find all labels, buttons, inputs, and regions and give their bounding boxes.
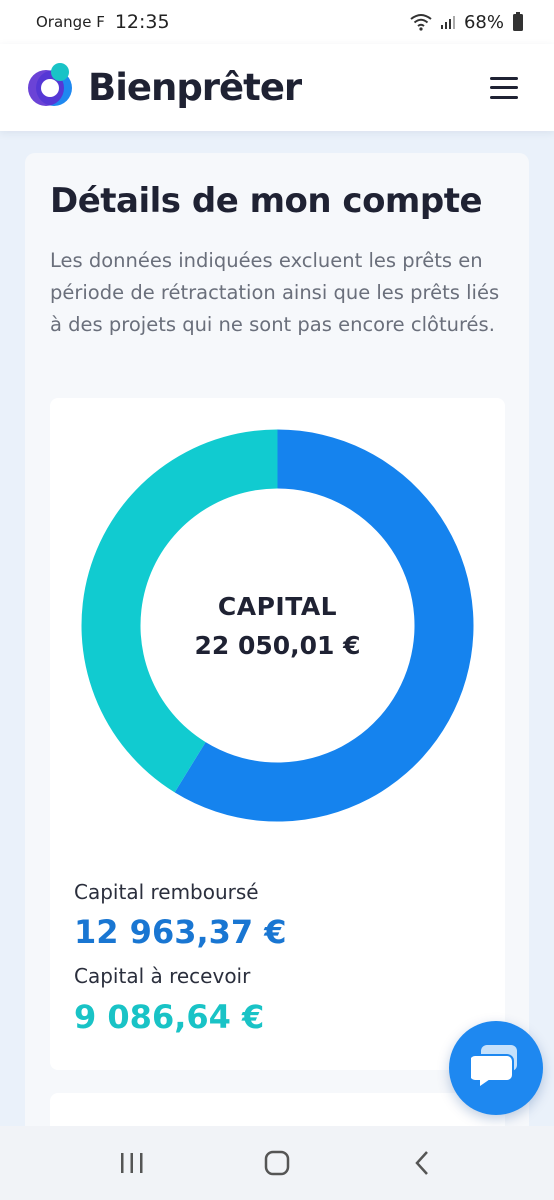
battery-percent: 68% bbox=[463, 11, 504, 33]
wifi-icon bbox=[410, 13, 432, 31]
donut-total: 22 050,01 € bbox=[194, 630, 361, 660]
back-icon[interactable] bbox=[392, 1138, 452, 1188]
app-header: Bienprêter bbox=[0, 44, 554, 131]
legend-value-rembourse: 12 963,37 € bbox=[74, 913, 287, 951]
legend-value-recevoir: 9 086,64 € bbox=[74, 998, 265, 1036]
brand-logo-icon bbox=[24, 62, 76, 114]
donut-center-label: CAPITAL 22 050,01 € bbox=[80, 428, 475, 823]
donut-title: CAPITAL bbox=[217, 591, 338, 621]
page-description: Les données indiquées excluent les prêts… bbox=[50, 249, 500, 336]
account-details-card: Détails de mon compte Les données indiqu… bbox=[25, 153, 529, 1173]
battery-icon bbox=[512, 12, 524, 32]
signal-icon bbox=[440, 14, 456, 30]
capital-chart-card: CAPITAL 22 050,01 € Capital remboursé 12… bbox=[50, 398, 505, 1070]
carrier-name: Orange F bbox=[36, 13, 105, 31]
page-title: Détails de mon compte bbox=[50, 181, 483, 221]
brand[interactable]: Bienprêter bbox=[24, 62, 302, 114]
recent-apps-icon[interactable] bbox=[102, 1138, 162, 1188]
status-left: Orange F 12:35 bbox=[36, 11, 170, 33]
chat-bubble-icon bbox=[468, 1043, 521, 1093]
home-icon[interactable] bbox=[247, 1138, 307, 1188]
legend-label-rembourse: Capital remboursé bbox=[74, 880, 259, 904]
status-bar: Orange F 12:35 68% bbox=[0, 0, 554, 44]
legend-label-recevoir: Capital à recevoir bbox=[74, 964, 251, 988]
status-right: 68% bbox=[410, 12, 524, 33]
chat-button[interactable] bbox=[449, 1021, 543, 1115]
system-nav-bar bbox=[0, 1126, 554, 1200]
brand-name: Bienprêter bbox=[88, 66, 302, 109]
hamburger-menu-icon[interactable] bbox=[490, 76, 518, 99]
clock: 12:35 bbox=[114, 11, 170, 33]
